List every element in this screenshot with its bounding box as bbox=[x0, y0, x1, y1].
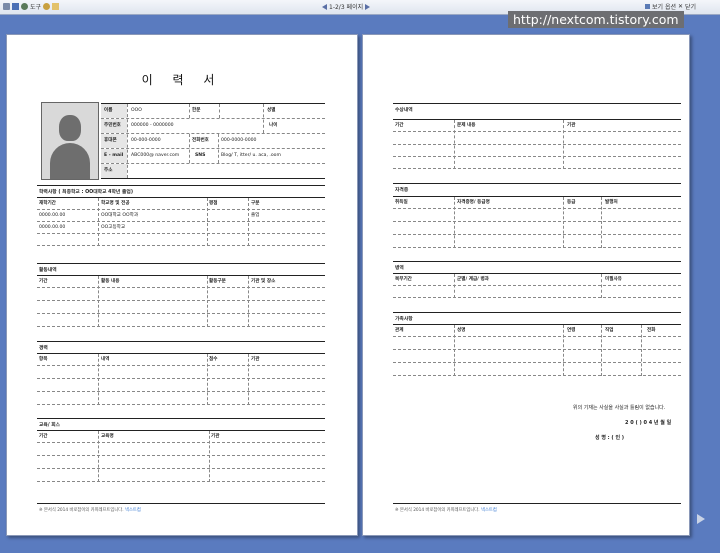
family-header-name: 성명 bbox=[457, 328, 466, 333]
awards-header-content: 문제 내용 bbox=[457, 123, 476, 128]
toolbar-right-group: 보기 옵션 ✕ 닫기 bbox=[645, 2, 696, 11]
rrn-value: 000000 - 0000000 bbox=[131, 123, 174, 128]
career-header-score: 점수 bbox=[209, 357, 218, 362]
edu-header-period: 재학기간 bbox=[39, 201, 56, 206]
phone-label: 휴대폰 bbox=[104, 138, 117, 143]
training-header-org: 기관 bbox=[211, 434, 220, 439]
career-title: 경력 bbox=[39, 346, 48, 351]
edu-row-1-type: 졸업 bbox=[251, 213, 260, 218]
cert-header-grade: 등급 bbox=[567, 200, 576, 205]
email-value: ABC000@ naver.com bbox=[131, 153, 180, 158]
tel-label: 전화번호 bbox=[192, 138, 209, 143]
cert-header-issuer: 발행처 bbox=[605, 200, 618, 205]
edu-header-gpa: 평점 bbox=[209, 201, 218, 206]
family-header-phone: 전화 bbox=[647, 328, 656, 333]
statement: 위의 기재는 사실을 사실과 틀림이 없습니다. bbox=[573, 405, 666, 411]
age-label: 나이 bbox=[269, 123, 278, 128]
training-header-period: 기간 bbox=[39, 434, 48, 439]
tools-icon[interactable] bbox=[21, 3, 28, 10]
phone-value: 00-000-0000 bbox=[131, 138, 161, 143]
signer-line: 성 명 : ( 인 ) bbox=[595, 435, 625, 441]
view-options-button[interactable]: 보기 옵션 bbox=[652, 2, 676, 11]
resume-title: 이 력 서 bbox=[141, 73, 223, 87]
edu-header-type: 구분 bbox=[251, 201, 260, 206]
awards-title: 수상내역 bbox=[395, 108, 413, 113]
highlight-icon[interactable] bbox=[43, 3, 51, 10]
act-header-period: 기간 bbox=[39, 279, 48, 284]
education-title: 학력사항 ( 최종학교 : OO대학교 4학년 졸업) bbox=[39, 190, 134, 195]
family-title: 가족사항 bbox=[395, 317, 413, 322]
career-header-item: 항목 bbox=[39, 357, 48, 362]
tel-value: 000-0000-0000 bbox=[221, 138, 257, 143]
close-icon[interactable]: ✕ bbox=[678, 3, 683, 10]
page2-footer-text: ※ 본서식 2014 바로잡이의 카피레프트입니다. bbox=[395, 508, 480, 513]
next-page-arrow-icon[interactable] bbox=[697, 514, 705, 524]
awards-header-org: 기관 bbox=[567, 123, 576, 128]
military-header-reason: 미필사유 bbox=[605, 277, 622, 282]
family-header-relation: 관계 bbox=[395, 328, 404, 333]
act-header-content: 활동 내용 bbox=[101, 279, 120, 284]
page1-footer: ※ 본서식 2014 바로잡이의 카피레프트입니다. 넥스트컴 bbox=[39, 507, 141, 513]
training-title: 교육/ 회스 bbox=[39, 423, 61, 428]
rrn-label: 주민번호 bbox=[104, 123, 121, 128]
military-title: 병역 bbox=[395, 266, 404, 271]
edu-row-1-period: 0000.00.00 bbox=[39, 213, 66, 218]
close-button[interactable]: 닫기 bbox=[685, 2, 696, 11]
address-label: 주소 bbox=[104, 168, 113, 173]
toolbar-left-group: 도구 bbox=[3, 2, 60, 11]
view-options-icon bbox=[645, 4, 650, 9]
military-header-branch: 군별/ 계급/ 병과 bbox=[457, 277, 489, 282]
save-icon[interactable] bbox=[12, 3, 19, 10]
sns-value: Blog/ T, itter/ u. aca, .oom bbox=[221, 153, 281, 158]
family-header-age: 연령 bbox=[567, 328, 576, 333]
tools-menu[interactable]: 도구 bbox=[30, 2, 41, 11]
page-2: 수상내역 기간 문제 내용 기관 자격증 취득일 자격증명/ 등급명 등급 발행… bbox=[362, 34, 690, 536]
military-header-period: 복무기간 bbox=[395, 277, 412, 282]
next-page-icon[interactable] bbox=[365, 3, 371, 10]
page1-footer-link[interactable]: 넥스트컴 bbox=[125, 508, 141, 513]
act-header-type: 활동구분 bbox=[209, 279, 226, 284]
profile-photo bbox=[41, 102, 99, 180]
print-icon[interactable] bbox=[3, 3, 10, 10]
cert-header-date: 취득일 bbox=[395, 200, 408, 205]
page2-footer: ※ 본서식 2014 바로잡이의 카피레프트입니다. 넥스트컴 bbox=[395, 507, 497, 513]
page-navigator: 1-2/3 페이지 bbox=[322, 2, 371, 11]
blog-watermark: http://nextcom.tistory.com bbox=[508, 11, 684, 28]
page-1: 이 력 서 이름 OOO 한문 성별 주민번호 000000 - 0000000… bbox=[6, 34, 358, 536]
gender-label: 성별 bbox=[267, 108, 276, 113]
hanja-label: 한문 bbox=[192, 108, 201, 113]
certificates-title: 자격증 bbox=[395, 188, 409, 193]
training-header-name: 교육명 bbox=[101, 434, 114, 439]
folder-icon[interactable] bbox=[52, 3, 60, 10]
page-indicator: 1-2/3 페이지 bbox=[329, 4, 364, 11]
cert-header-name: 자격증명/ 등급명 bbox=[457, 200, 490, 205]
edu-row-2-period: 0000.00.00 bbox=[39, 225, 66, 230]
act-header-place: 기관 및 장소 bbox=[251, 279, 276, 284]
email-label: E - mail bbox=[104, 153, 124, 158]
page1-footer-text: ※ 본서식 2014 바로잡이의 카피레프트입니다. bbox=[39, 508, 124, 513]
prev-page-icon[interactable] bbox=[322, 3, 327, 10]
family-header-job: 직업 bbox=[605, 328, 614, 333]
edu-header-school: 학교명 및 전공 bbox=[101, 201, 130, 206]
name-value: OOO bbox=[131, 108, 142, 113]
career-header-detail: 내역 bbox=[101, 357, 110, 362]
date-line: 2 0 ( ) 0 4 년 월 일 bbox=[625, 420, 672, 426]
edu-row-1-school: OO대학교 OO학과 bbox=[101, 213, 139, 218]
activities-title: 활동내역 bbox=[39, 268, 57, 273]
career-header-org: 기관 bbox=[251, 357, 260, 362]
awards-header-period: 기간 bbox=[395, 123, 404, 128]
page2-footer-link[interactable]: 넥스트컴 bbox=[481, 508, 497, 513]
name-label: 이름 bbox=[104, 108, 113, 113]
sns-label: SNS bbox=[195, 153, 206, 158]
edu-row-2-school: OO고등학교 bbox=[101, 225, 126, 230]
